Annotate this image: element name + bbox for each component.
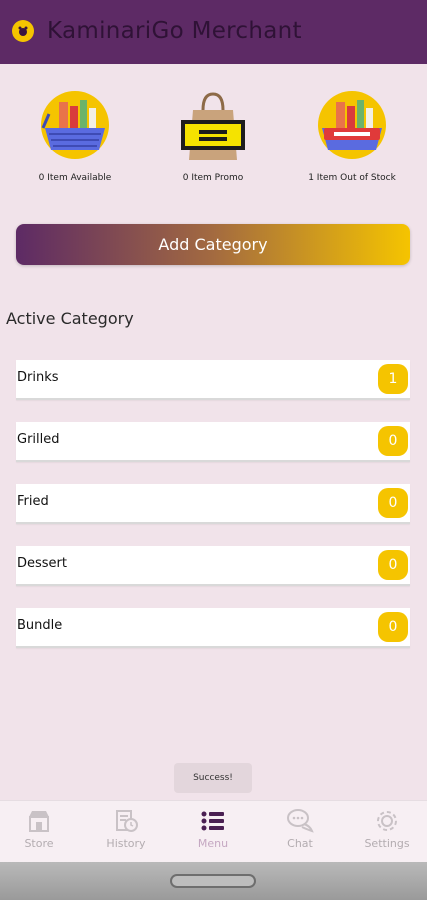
out-of-stock-basket-icon [312, 90, 392, 165]
gear-icon [352, 807, 422, 835]
promo-bag-icon [173, 90, 253, 165]
store-icon [4, 807, 74, 835]
app-logo-icon [12, 20, 34, 42]
category-name: Fried [17, 494, 49, 509]
system-navigation-bar [0, 862, 427, 900]
chat-icon [265, 807, 335, 835]
category-count-badge: 0 [378, 426, 408, 456]
menu-list-icon [178, 807, 248, 835]
category-row-bundle[interactable]: Bundle 0 [16, 608, 410, 648]
nav-store[interactable]: Store [4, 807, 74, 850]
category-count-badge: 0 [378, 550, 408, 580]
nav-label: Settings [364, 837, 410, 850]
category-row-dessert[interactable]: Dessert 0 [16, 546, 410, 586]
nav-label: Store [24, 837, 54, 850]
stat-items-out-of-stock[interactable]: 1 Item Out of Stock [282, 90, 422, 183]
stat-items-promo[interactable]: 0 Item Promo [143, 90, 283, 183]
app-bar: KaminariGo Merchant [0, 0, 427, 64]
category-row-drinks[interactable]: Drinks 1 [16, 360, 410, 400]
category-count-badge: 0 [378, 488, 408, 518]
stat-label: 0 Item Promo [182, 173, 244, 183]
nav-menu[interactable]: Menu [178, 807, 248, 850]
nav-label: History [106, 837, 146, 850]
category-count-badge: 1 [378, 364, 408, 394]
category-name: Bundle [17, 618, 63, 633]
nav-history[interactable]: History [91, 807, 161, 850]
add-category-button[interactable]: Add Category [16, 224, 410, 265]
nav-settings[interactable]: Settings [352, 807, 422, 850]
stat-label: 1 Item Out of Stock [308, 173, 396, 183]
category-name: Drinks [17, 370, 59, 385]
category-count-badge: 0 [378, 612, 408, 642]
app-title: KaminariGo Merchant [47, 18, 302, 44]
success-toast: Success! [174, 763, 252, 793]
bottom-navigation: Store History Menu Chat Settings [0, 800, 427, 863]
nav-chat[interactable]: Chat [265, 807, 335, 850]
stat-items-available[interactable]: 0 Item Available [5, 90, 145, 183]
home-gesture-pill[interactable] [170, 874, 256, 888]
stat-label: 0 Item Available [38, 173, 112, 183]
category-name: Grilled [17, 432, 60, 447]
history-icon [91, 807, 161, 835]
category-row-grilled[interactable]: Grilled 0 [16, 422, 410, 462]
nav-label: Menu [197, 837, 229, 850]
section-title: Active Category [6, 309, 134, 328]
grocery-basket-icon [35, 90, 115, 165]
category-row-fried[interactable]: Fried 0 [16, 484, 410, 524]
category-name: Dessert [17, 556, 67, 571]
nav-label: Chat [287, 837, 313, 850]
